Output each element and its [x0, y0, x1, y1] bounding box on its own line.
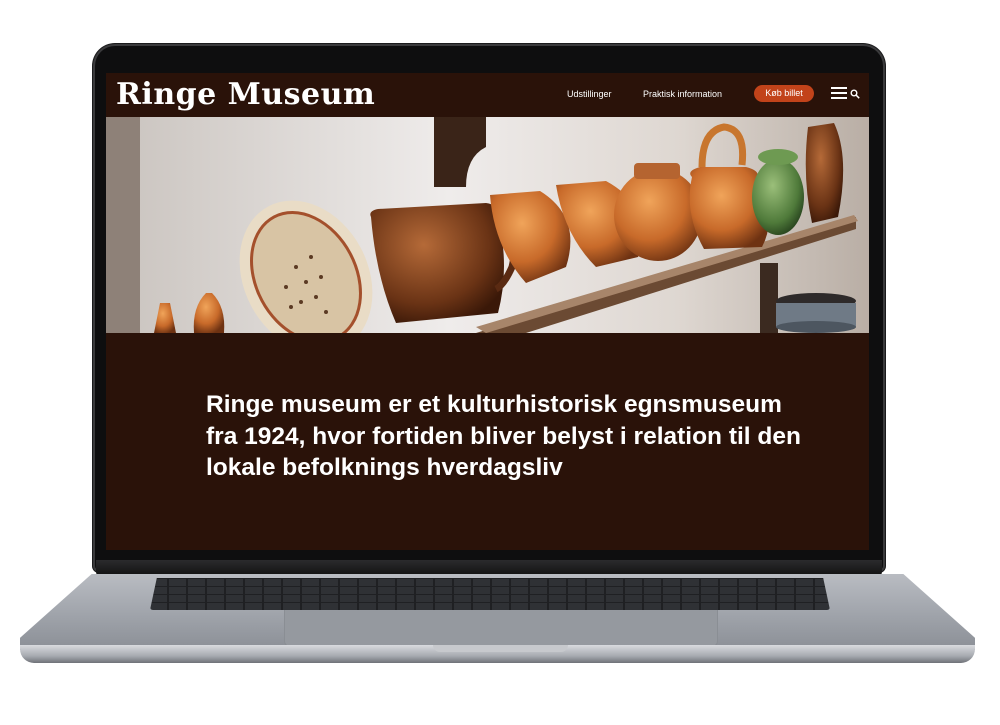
- hamburger-menu-icon[interactable]: [831, 87, 847, 100]
- pottery-shelf-illustration: [106, 117, 869, 333]
- laptop-notch: [433, 645, 568, 652]
- laptop-hinge: [96, 560, 882, 576]
- buy-ticket-button[interactable]: Køb billet: [754, 85, 814, 102]
- nav-link-praktisk-information[interactable]: Praktisk information: [643, 88, 722, 100]
- laptop-trackpad: [284, 610, 718, 647]
- browser-screen: Ringe Museum Udstillinger Praktisk infor…: [106, 73, 869, 550]
- site-header: Ringe Museum Udstillinger Praktisk infor…: [106, 73, 869, 117]
- hero-tagline: Ringe museum er et kulturhistorisk egnsm…: [206, 391, 801, 481]
- laptop-keyboard: [150, 578, 830, 610]
- nav-link-udstillinger[interactable]: Udstillinger: [567, 88, 612, 100]
- hero-image: [106, 117, 869, 333]
- search-icon[interactable]: [850, 89, 860, 99]
- site-logo[interactable]: Ringe Museum: [116, 78, 375, 112]
